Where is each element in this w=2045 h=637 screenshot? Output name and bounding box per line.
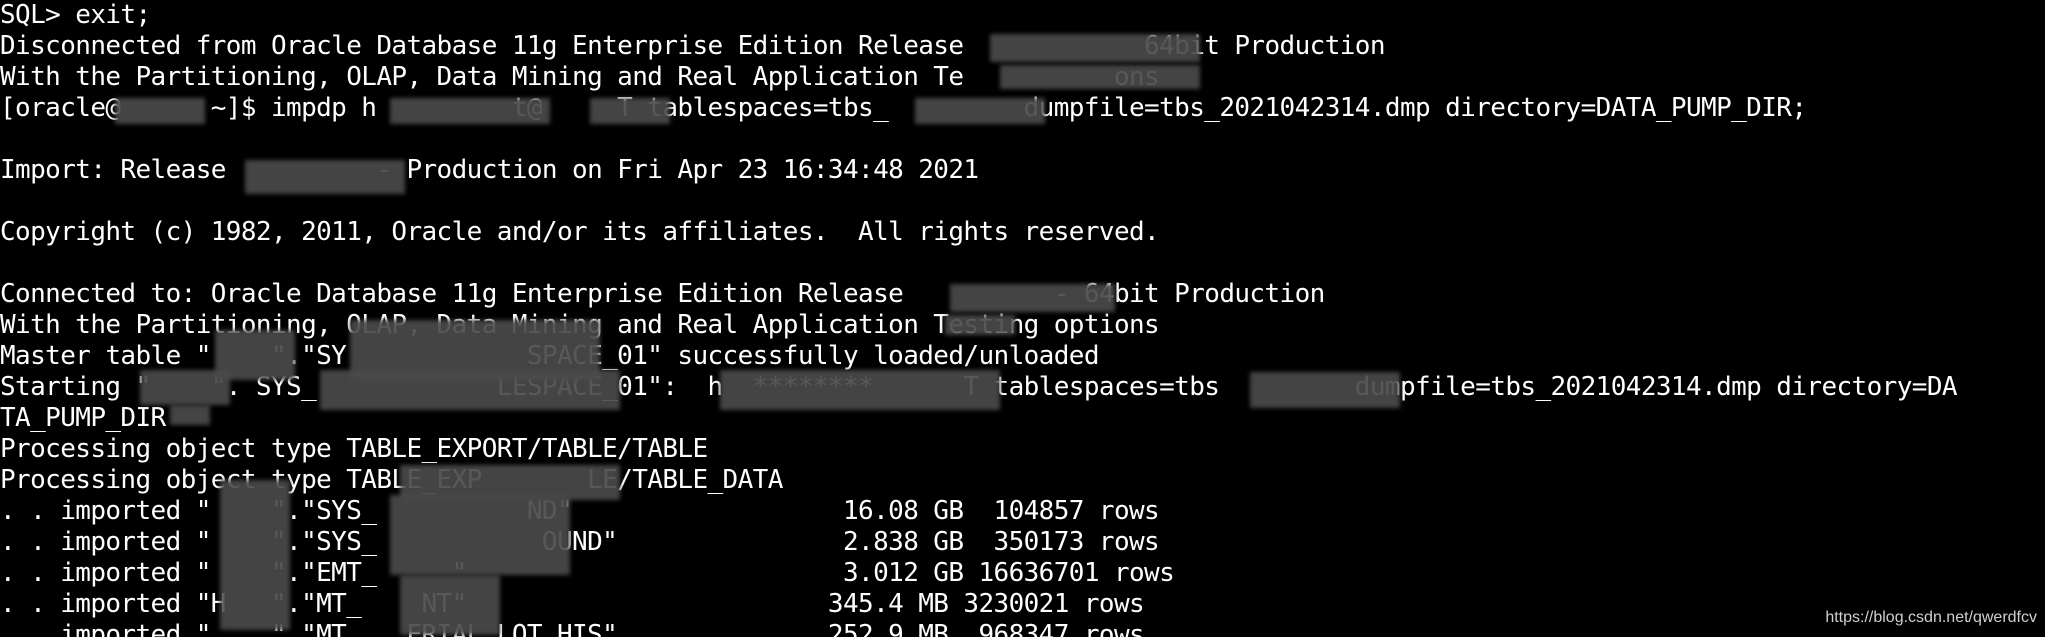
- terminal-line: Connected to: Oracle Database 11g Enterp…: [0, 279, 1325, 309]
- watermark-text: https://blog.csdn.net/qwerdfcv: [1825, 609, 2037, 626]
- redaction-mask: [720, 370, 1000, 410]
- terminal-line: SQL> exit;: [0, 0, 151, 30]
- terminal-line: TA_PUMP_DIR: [0, 403, 166, 433]
- terminal-line: . . imported " "."SYS_ OUND" 2.838 GB 35…: [0, 527, 1160, 557]
- terminal-line: . . imported "H "."MT_ NT" 345.4 MB 3230…: [0, 589, 1145, 619]
- redaction-mask: [990, 34, 1200, 62]
- terminal-line: . . imported " "."MT_ ERIAL_LOT_HIS" 252…: [0, 620, 1145, 637]
- redaction-mask: [915, 98, 1045, 124]
- redaction-mask: [220, 480, 290, 630]
- redaction-mask: [590, 98, 670, 124]
- terminal-line: With the Partitioning, OLAP, Data Mining…: [0, 62, 1160, 92]
- terminal-line: [oracle@ ~]$ impdp h t@ T tablespaces=tb…: [0, 93, 1807, 123]
- terminal-line: Processing object type TABLE_EXP LE/TABL…: [0, 465, 783, 495]
- redaction-mask: [950, 284, 1115, 312]
- redaction-mask: [1000, 65, 1200, 89]
- terminal-line: . . imported " "."SYS_ ND" 16.08 GB 1048…: [0, 496, 1160, 526]
- terminal-window[interactable]: SQL> exit; Disconnected from Oracle Data…: [0, 0, 2045, 637]
- redaction-mask: [140, 370, 230, 405]
- redaction-mask: [115, 98, 205, 124]
- redaction-mask: [400, 575, 500, 635]
- terminal-line: . . imported " "."EMT_ " 3.012 GB 166367…: [0, 558, 1175, 588]
- terminal-line: Copyright (c) 1982, 2011, Oracle and/or …: [0, 217, 1160, 247]
- redaction-mask: [390, 495, 570, 575]
- terminal-line: Import: Release - Production on Fri Apr …: [0, 155, 979, 185]
- redaction-mask: [320, 370, 620, 410]
- redaction-mask: [390, 98, 550, 124]
- redaction-mask: [1250, 372, 1400, 408]
- terminal-line: Processing object type TABLE_EXPORT/TABL…: [0, 434, 708, 464]
- redaction-mask: [170, 405, 210, 425]
- redaction-mask: [245, 160, 405, 194]
- redaction-mask: [945, 315, 1015, 335]
